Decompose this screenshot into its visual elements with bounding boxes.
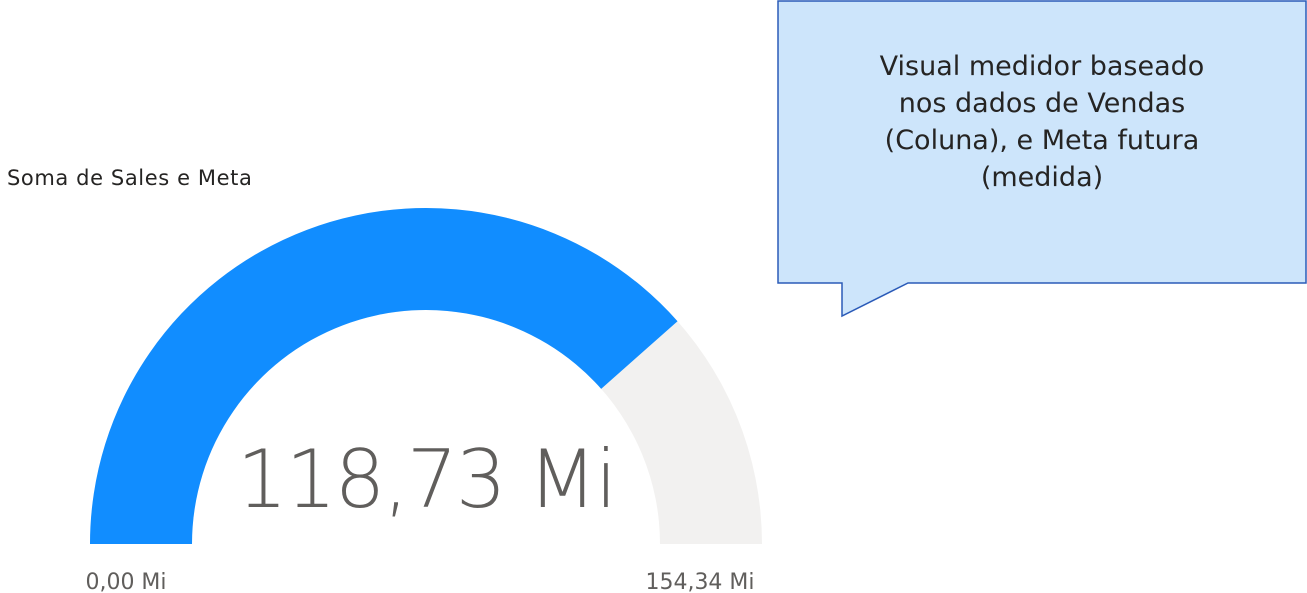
callout-text: Visual medidor baseado nos dados de Vend… <box>778 48 1306 196</box>
callout-line: (Coluna), e Meta futura <box>884 125 1200 156</box>
callout-line: (medida) <box>980 162 1104 193</box>
callout-line: nos dados de Vendas <box>898 88 1186 119</box>
callout-line: Visual medidor baseado <box>879 51 1205 82</box>
